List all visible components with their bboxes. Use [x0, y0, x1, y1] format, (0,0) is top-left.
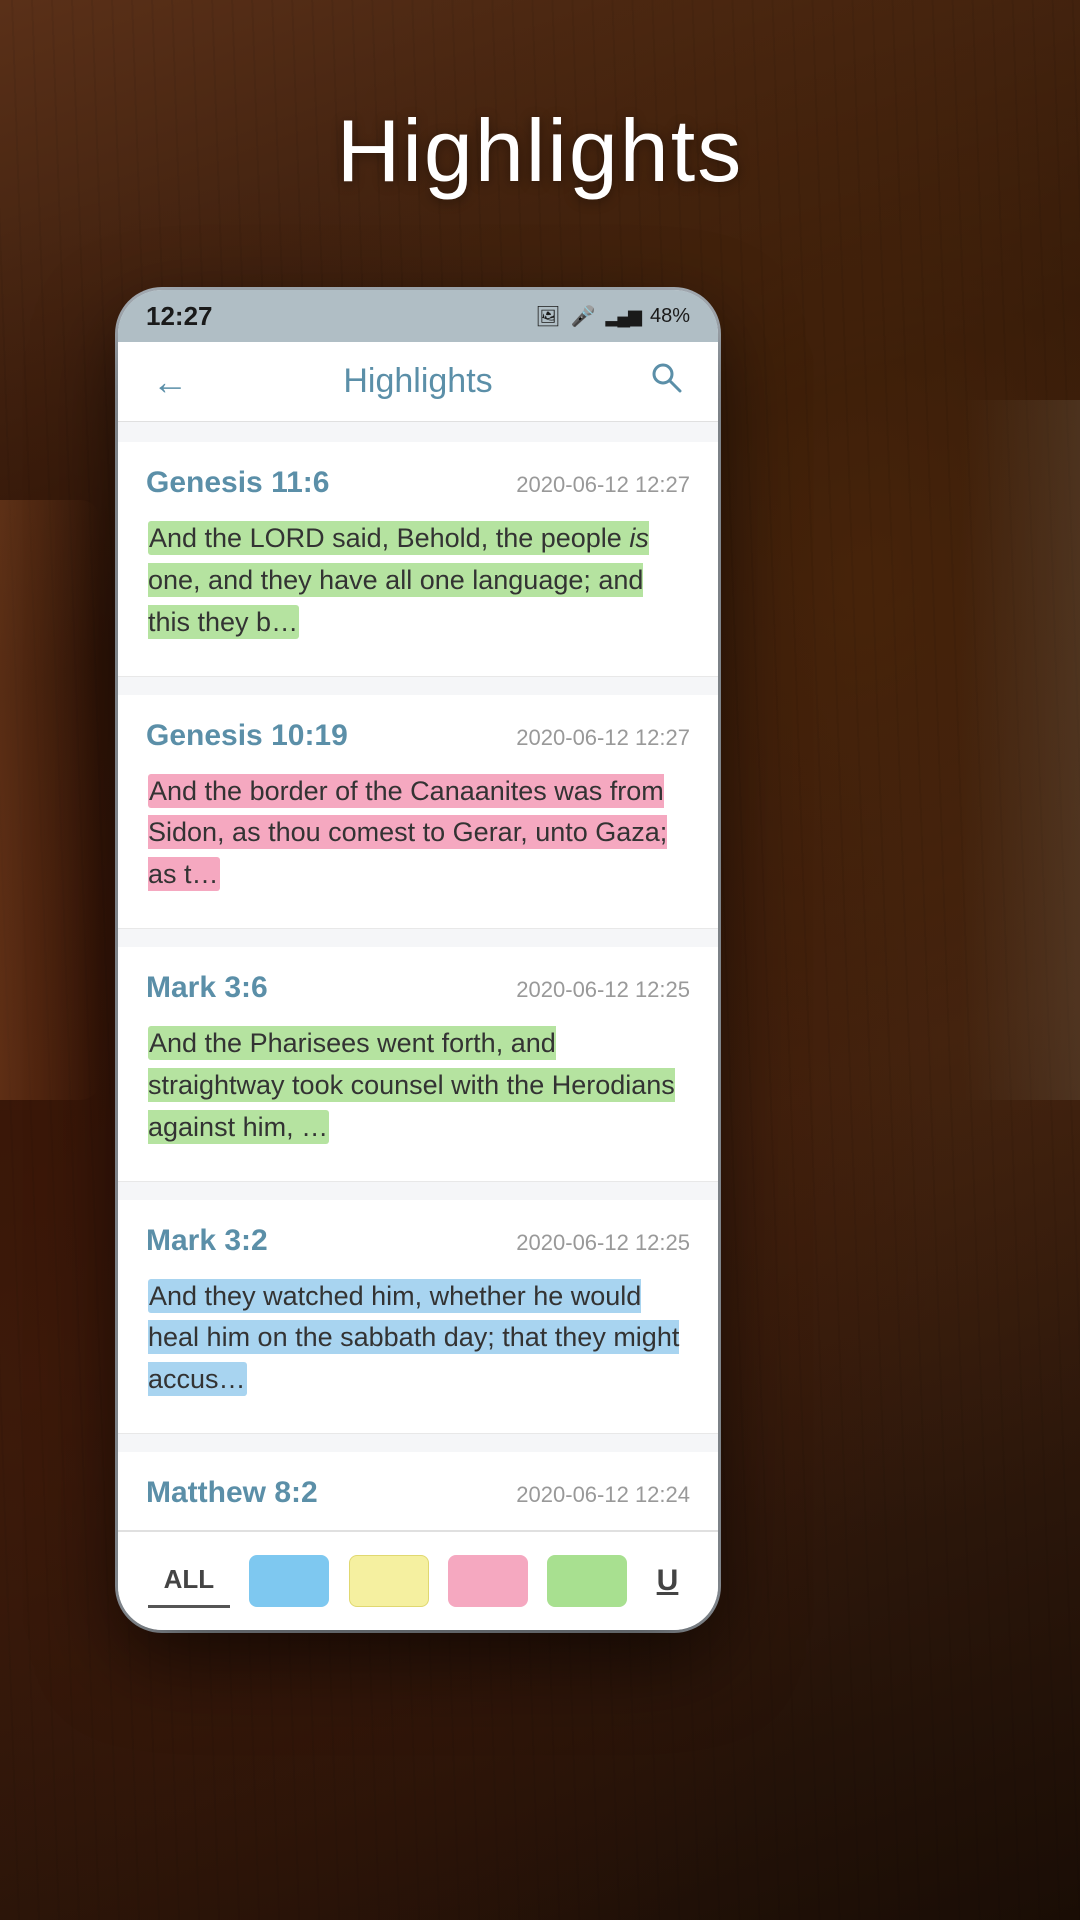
highlighted-text: And they watched him, whether he would h…: [148, 1279, 679, 1397]
card-header: Mark 3:6 2020-06-12 12:25: [146, 971, 690, 1005]
tab-color-blue[interactable]: [249, 1555, 329, 1607]
highlighted-text: And the Pharisees went forth, and straig…: [148, 1026, 675, 1144]
card-header: Mark 3:2 2020-06-12 12:25: [146, 1224, 690, 1258]
highlighted-text: And the LORD said, Behold, the people is…: [148, 521, 649, 639]
verse-reference: Matthew 8:2: [146, 1476, 318, 1510]
image-icon: 🖼: [535, 304, 560, 329]
tab-color-pink[interactable]: [448, 1555, 528, 1607]
phone-frame: 12:27 🖼 🎤 ▂▄▆ 48% ← Highlights Gen: [118, 290, 718, 1630]
deco-right: [960, 400, 1080, 1100]
status-icons: 🖼 🎤 ▂▄▆ 48%: [535, 304, 690, 329]
verse-text: And the Pharisees went forth, and straig…: [146, 1019, 690, 1153]
mic-icon: 🎤: [571, 304, 596, 329]
verse-reference: Genesis 10:19: [146, 719, 348, 753]
list-item[interactable]: Genesis 10:19 2020-06-12 12:27 And the b…: [118, 695, 718, 930]
tab-color-green[interactable]: [547, 1555, 627, 1607]
verse-date: 2020-06-12 12:24: [516, 1482, 690, 1508]
card-header: Matthew 8:2 2020-06-12 12:24: [146, 1476, 690, 1510]
list-item[interactable]: Mark 3:2 2020-06-12 12:25 And they watch…: [118, 1200, 718, 1435]
back-arrow-icon: ←: [152, 364, 188, 400]
verse-date: 2020-06-12 12:25: [516, 977, 690, 1003]
deco-left: [0, 500, 100, 1100]
tab-underline[interactable]: U: [647, 1554, 689, 1608]
card-header: Genesis 10:19 2020-06-12 12:27: [146, 719, 690, 753]
highlights-list[interactable]: Genesis 11:6 2020-06-12 12:27 And the LO…: [118, 422, 718, 1530]
status-bar: 12:27 🖼 🎤 ▂▄▆ 48%: [118, 290, 718, 342]
verse-reference: Mark 3:6: [146, 971, 268, 1005]
verse-date: 2020-06-12 12:27: [516, 472, 690, 498]
back-button[interactable]: ←: [142, 354, 198, 410]
verse-text: And the border of the Canaanites was fro…: [146, 767, 690, 901]
verse-date: 2020-06-12 12:25: [516, 1230, 690, 1256]
tab-all[interactable]: ALL: [148, 1554, 231, 1608]
list-item[interactable]: Mark 3:6 2020-06-12 12:25 And the Pharis…: [118, 947, 718, 1182]
signal-icon: ▂▄▆: [606, 306, 640, 327]
card-header: Genesis 11:6 2020-06-12 12:27: [146, 466, 690, 500]
tab-color-yellow[interactable]: [349, 1555, 429, 1607]
verse-reference: Genesis 11:6: [146, 466, 329, 500]
search-icon: [649, 360, 683, 403]
page-title: Highlights: [0, 100, 1080, 202]
battery-indicator: 48%: [650, 305, 690, 328]
verse-reference: Mark 3:2: [146, 1224, 268, 1258]
bottom-filter-bar: ALL U: [118, 1530, 718, 1630]
list-item[interactable]: Genesis 11:6 2020-06-12 12:27 And the LO…: [118, 442, 718, 677]
verse-date: 2020-06-12 12:27: [516, 725, 690, 751]
app-bar: ← Highlights: [118, 342, 718, 422]
status-time: 12:27: [146, 301, 213, 332]
verse-text: And they watched him, whether he would h…: [146, 1272, 690, 1406]
app-bar-title: Highlights: [343, 362, 492, 401]
search-button[interactable]: [638, 354, 694, 410]
verse-text: And the LORD said, Behold, the people is…: [146, 514, 690, 648]
list-item[interactable]: Matthew 8:2 2020-06-12 12:24 And, behold…: [118, 1452, 718, 1530]
highlighted-text: And the border of the Canaanites was fro…: [148, 774, 667, 892]
